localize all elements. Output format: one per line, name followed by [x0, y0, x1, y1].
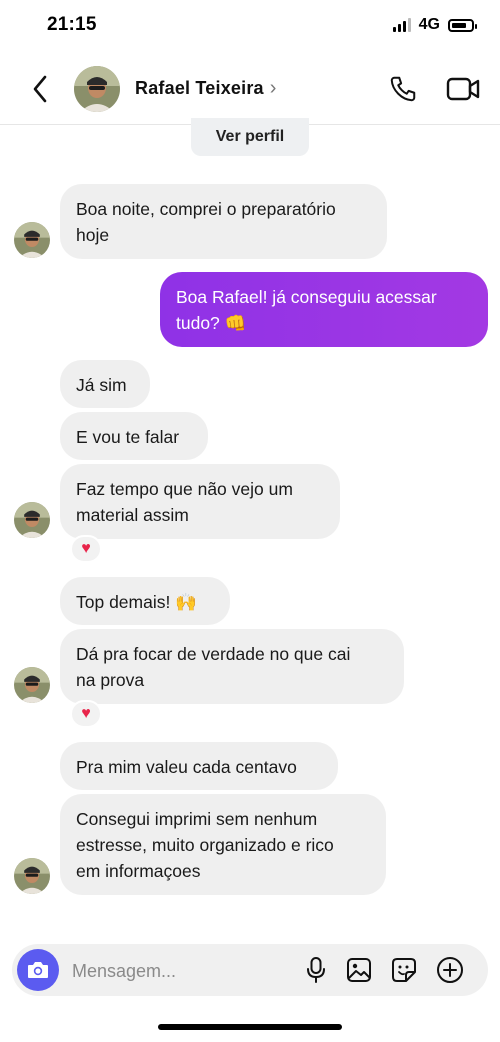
microphone-icon: [307, 957, 325, 983]
network-type: 4G: [418, 16, 440, 33]
heart-reaction[interactable]: ♥: [70, 700, 102, 728]
message-bubble[interactable]: E vou te falar: [60, 412, 208, 460]
camera-icon: [28, 962, 48, 978]
contact-name: Rafael Teixeira: [135, 77, 264, 98]
more-options-button[interactable]: [436, 956, 464, 984]
video-camera-icon: [446, 77, 480, 101]
video-call-button[interactable]: [446, 74, 482, 106]
message-input[interactable]: [70, 954, 294, 988]
chevron-right-icon: ›: [269, 77, 277, 99]
home-indicator[interactable]: [158, 1024, 342, 1030]
chevron-left-icon: [33, 75, 47, 103]
image-icon: [347, 958, 371, 982]
camera-button[interactable]: [17, 949, 59, 991]
contact-avatar[interactable]: [74, 66, 120, 112]
back-button[interactable]: [26, 72, 54, 106]
message-bubble[interactable]: Pra mim valeu cada centavo: [60, 742, 338, 790]
sender-avatar: [14, 667, 50, 703]
status-indicators: 4G: [392, 16, 477, 34]
view-profile-button[interactable]: Ver perfil: [191, 118, 309, 156]
message-bubble[interactable]: Top demais! 🙌: [60, 577, 230, 625]
message-bubble[interactable]: Dá pra focar de verdade no que cai na pr…: [60, 629, 404, 704]
sender-avatar: [14, 858, 50, 894]
cellular-signal-icon: [392, 18, 411, 32]
heart-reaction[interactable]: ♥: [70, 535, 102, 563]
sticker-button[interactable]: [390, 956, 418, 984]
voice-call-button[interactable]: [388, 74, 420, 106]
message-composer: [12, 944, 488, 996]
sender-avatar: [14, 502, 50, 538]
gallery-button[interactable]: [345, 956, 373, 984]
message-bubble-outgoing[interactable]: Boa Rafael! já conseguiu acessar tudo? 👊: [160, 272, 488, 347]
battery-icon: [448, 18, 477, 32]
status-bar: 21:15 4G: [0, 0, 500, 54]
voice-message-button[interactable]: [302, 956, 330, 984]
message-bubble[interactable]: Já sim: [60, 360, 150, 408]
message-bubble[interactable]: Faz tempo que não vejo um material assim: [60, 464, 340, 539]
contact-name-link[interactable]: Rafael Teixeira ›: [135, 70, 295, 106]
sender-avatar: [14, 222, 50, 258]
message-bubble[interactable]: Boa noite, comprei o preparatório hoje: [60, 184, 387, 259]
phone-icon: [390, 76, 416, 102]
message-bubble[interactable]: Consegui imprimi sem nenhum estresse, mu…: [60, 794, 386, 895]
chat-header: Rafael Teixeira ›: [0, 54, 500, 125]
sticker-icon: [392, 958, 416, 982]
plus-circle-icon: [437, 957, 463, 983]
status-time: 21:15: [47, 14, 97, 35]
